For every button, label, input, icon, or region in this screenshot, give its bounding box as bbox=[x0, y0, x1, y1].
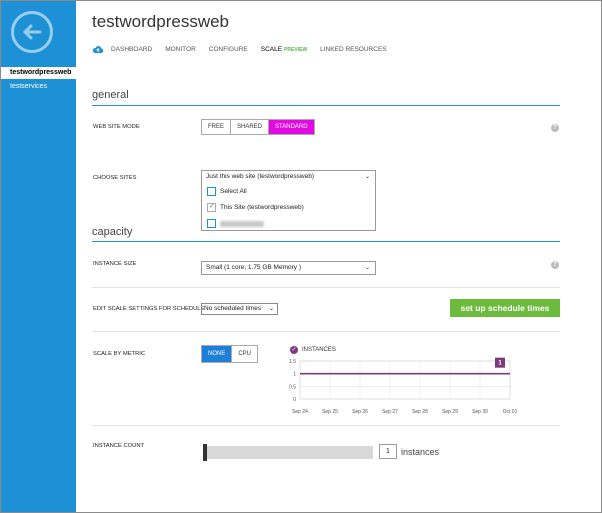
instance-count-slider[interactable] bbox=[203, 446, 373, 459]
scale-metric-toggle: NONE CPU bbox=[201, 345, 259, 363]
select-all-label: Select All bbox=[220, 188, 247, 195]
tab-scale-label: SCALE bbox=[260, 45, 283, 53]
x-tick-label: Sep 24 bbox=[292, 409, 308, 415]
redacted-site-name bbox=[220, 220, 264, 227]
y-tick-label: 1 bbox=[293, 372, 296, 378]
schedule-label: EDIT SCALE SETTINGS FOR SCHEDULE bbox=[93, 306, 205, 312]
this-site-label: This Site (testwordpressweb) bbox=[220, 204, 304, 211]
instance-count-label: INSTANCE COUNT bbox=[93, 443, 145, 449]
tab-linked-resources[interactable]: LINKED RESOURCES bbox=[320, 46, 386, 53]
x-tick-label: Sep 29 bbox=[442, 409, 458, 415]
tab-bar: DASHBOARD MONITOR CONFIGURE SCALE PREVIEW… bbox=[92, 43, 400, 55]
x-tick-label: Oct 01 bbox=[503, 409, 518, 415]
sidebar-item-testwordpressweb[interactable]: testwordpressweb bbox=[1, 67, 76, 79]
instance-count-value[interactable]: 1 bbox=[379, 444, 397, 459]
mode-standard-button[interactable]: STANDARD bbox=[269, 120, 314, 134]
x-tick-label: Sep 30 bbox=[472, 409, 488, 415]
select-all-checkbox[interactable] bbox=[207, 187, 216, 196]
this-site-checkbox[interactable] bbox=[207, 202, 216, 212]
sidebar: testwordpressweb testservices bbox=[1, 1, 76, 512]
x-tick-label: Sep 25 bbox=[322, 409, 338, 415]
this-site-option[interactable]: This Site (testwordpressweb) bbox=[207, 202, 304, 212]
preview-badge: PREVIEW bbox=[284, 46, 308, 53]
capacity-heading: capacity bbox=[92, 226, 133, 238]
legend-label: INSTANCES bbox=[302, 347, 336, 353]
scale-by-metric-label: SCALE BY METRIC bbox=[93, 351, 146, 357]
capacity-divider bbox=[92, 241, 560, 242]
choose-sites-select[interactable]: Just this web site (testwordpressweb) ⌄ bbox=[201, 170, 376, 184]
chevron-down-icon: ⌄ bbox=[364, 174, 370, 180]
schedule-select[interactable]: No scheduled times ⌄ bbox=[201, 303, 278, 315]
help-icon[interactable]: ? bbox=[551, 124, 559, 132]
y-tick-label: 1.5 bbox=[289, 359, 296, 365]
window-frame bbox=[0, 0, 602, 513]
y-tick-label: 0 bbox=[293, 397, 296, 403]
metric-cpu-button[interactable]: CPU bbox=[232, 346, 257, 362]
mode-shared-button[interactable]: SHARED bbox=[231, 120, 270, 134]
instance-size-value: Small (1 core, 1.75 GB Memory ) bbox=[206, 264, 301, 271]
choose-sites-label: CHOOSE SITES bbox=[93, 175, 137, 181]
choose-sites-dropdown: Select All This Site (testwordpressweb) bbox=[201, 183, 376, 231]
page-title: testwordpressweb bbox=[92, 12, 230, 31]
y-tick-label: 0.5 bbox=[289, 384, 296, 390]
instance-size-select[interactable]: Small (1 core, 1.75 GB Memory ) ⌄ bbox=[201, 261, 376, 275]
instances-unit-label: instances bbox=[401, 447, 440, 457]
x-tick-label: Sep 28 bbox=[412, 409, 428, 415]
divider bbox=[92, 425, 560, 426]
schedule-value: No scheduled times bbox=[204, 305, 262, 312]
set-up-schedule-button[interactable]: set up schedule times bbox=[450, 299, 560, 317]
choose-sites-value: Just this web site (testwordpressweb) bbox=[206, 173, 315, 180]
chart-plot-area bbox=[299, 360, 511, 400]
other-site-option[interactable] bbox=[207, 219, 264, 228]
other-site-checkbox[interactable] bbox=[207, 219, 216, 228]
help-icon[interactable]: ? bbox=[551, 261, 559, 269]
cloud-icon bbox=[92, 45, 104, 53]
select-all-option[interactable]: Select All bbox=[207, 187, 247, 196]
tab-monitor[interactable]: MONITOR bbox=[165, 46, 196, 53]
tab-configure[interactable]: CONFIGURE bbox=[209, 46, 248, 53]
chevron-down-icon: ⌄ bbox=[268, 306, 274, 312]
web-site-mode-toggle: FREE SHARED STANDARD bbox=[201, 119, 315, 135]
tab-scale[interactable]: SCALE PREVIEW bbox=[261, 46, 307, 53]
instances-chart: 1.5 1 0.5 0 Sep 24 Sep 25 Sep 26 Sep 27 Sep 28 Se… bbox=[289, 357, 518, 415]
chevron-down-icon: ⌄ bbox=[364, 265, 370, 271]
general-heading: general bbox=[92, 89, 129, 101]
slider-handle[interactable] bbox=[203, 444, 207, 461]
mode-free-button[interactable]: FREE bbox=[202, 120, 232, 134]
general-divider bbox=[92, 105, 560, 106]
divider bbox=[92, 287, 560, 288]
sidebar-item-testservices[interactable]: testservices bbox=[1, 81, 76, 93]
x-tick-label: Sep 27 bbox=[382, 409, 398, 415]
divider bbox=[92, 331, 560, 332]
check-circle-icon: ✓ bbox=[290, 346, 298, 354]
tab-dashboard[interactable]: DASHBOARD bbox=[111, 46, 152, 53]
x-tick-label: Sep 26 bbox=[352, 409, 368, 415]
back-arrow-icon[interactable] bbox=[11, 11, 53, 53]
web-site-mode-label: WEB SITE MODE bbox=[93, 124, 140, 130]
chart-legend[interactable]: ✓ INSTANCES bbox=[290, 346, 336, 354]
metric-none-button[interactable]: NONE bbox=[202, 346, 233, 362]
instance-size-label: INSTANCE SIZE bbox=[93, 261, 137, 267]
